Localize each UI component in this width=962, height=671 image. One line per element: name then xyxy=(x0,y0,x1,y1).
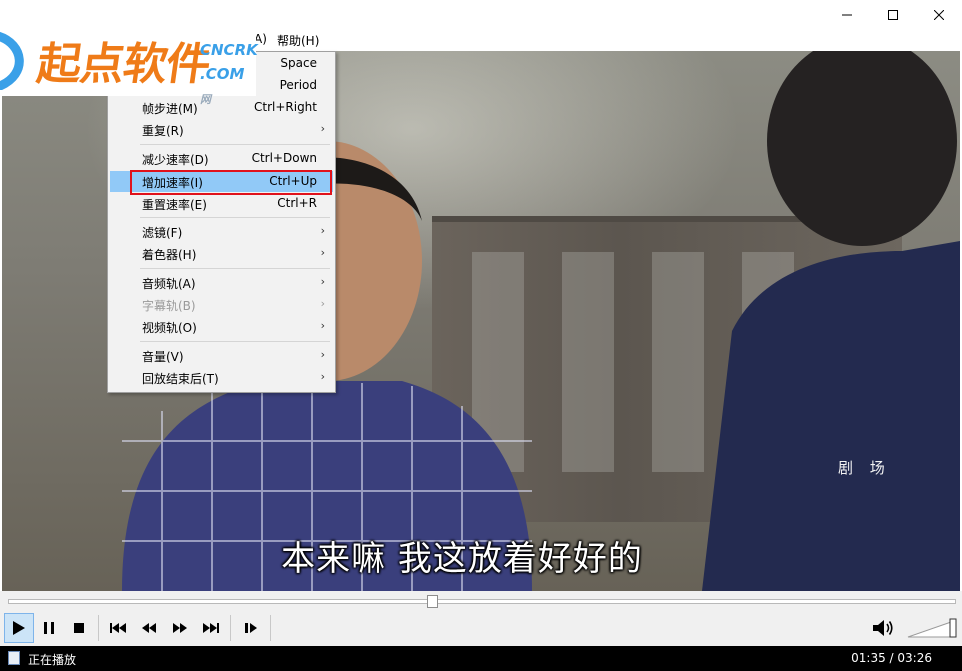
minimize-icon xyxy=(842,14,852,16)
menu-item-label: 视频轨(O) xyxy=(142,321,197,335)
submenu-arrow-icon: › xyxy=(320,122,325,135)
menubar-item-help[interactable]: 帮助(H) xyxy=(277,32,319,49)
submenu-arrow-icon: › xyxy=(320,370,325,383)
menu-item-label: 音频轨(A) xyxy=(142,277,196,291)
menu-item-shortcut: Ctrl+Right xyxy=(253,100,317,114)
controls-separator xyxy=(230,615,231,641)
close-button[interactable] xyxy=(916,0,962,30)
menu-item-after-playback[interactable]: 回放结束后(T) › xyxy=(110,367,333,388)
logo-badge: CNCRK .COM 网 xyxy=(200,38,258,112)
stop-icon xyxy=(74,623,84,633)
minimize-button[interactable] xyxy=(824,0,870,30)
next-button[interactable] xyxy=(196,613,226,643)
menu-item-label: 重置速率(E) xyxy=(142,198,207,212)
play-icon xyxy=(13,621,25,635)
controls-separator xyxy=(270,615,271,641)
submenu-arrow-icon: › xyxy=(320,224,325,237)
submenu-arrow-icon: › xyxy=(320,246,325,259)
video-person-right xyxy=(702,51,960,591)
menu-item-volume[interactable]: 音量(V) › xyxy=(110,345,333,366)
submenu-arrow-icon: › xyxy=(320,348,325,361)
mute-button[interactable] xyxy=(868,613,898,643)
menu-separator xyxy=(140,341,330,342)
logo-badge-line2: .COM 网 xyxy=(200,62,258,112)
maximize-button[interactable] xyxy=(870,0,916,30)
volume-slider[interactable] xyxy=(906,615,958,639)
close-icon xyxy=(934,10,944,20)
menu-separator xyxy=(140,268,330,269)
playback-time: 01:35 / 03:26 xyxy=(851,651,932,665)
menu-item-subtitle-track: 字幕轨(B) › xyxy=(110,294,333,315)
menu-item-label: 减少速率(D) xyxy=(142,153,209,167)
door-panel xyxy=(652,252,704,472)
menu-item-label: 音量(V) xyxy=(142,350,184,364)
menu-separator xyxy=(140,144,330,145)
play-button[interactable] xyxy=(4,613,34,643)
submenu-arrow-icon: › xyxy=(320,319,325,332)
menu-item-repeat[interactable]: 重复(R) › xyxy=(110,119,333,140)
pause-icon xyxy=(44,622,54,634)
site-logo: 起点软件 CNCRK .COM 网 xyxy=(0,0,258,106)
logo-badge-suffix: 网 xyxy=(200,93,211,106)
fast-forward-icon xyxy=(173,623,187,633)
menu-item-label: 字幕轨(B) xyxy=(142,299,196,313)
fast-forward-button[interactable] xyxy=(165,613,195,643)
previous-button[interactable] xyxy=(103,613,133,643)
playback-controls xyxy=(0,611,962,646)
logo-swoosh-icon xyxy=(0,31,24,90)
video-watermark: 剧 场 xyxy=(838,459,891,477)
menu-separator xyxy=(140,217,330,218)
seek-track[interactable] xyxy=(8,599,956,604)
submenu-arrow-icon: › xyxy=(320,275,325,288)
menu-item-label: 回放结束后(T) xyxy=(142,372,219,386)
submenu-arrow-icon: › xyxy=(320,297,325,310)
stop-button[interactable] xyxy=(64,613,94,643)
menu-item-label: 着色器(H) xyxy=(142,248,197,262)
seek-bar[interactable] xyxy=(0,591,962,611)
door-panel xyxy=(562,252,614,472)
menu-item-shortcut: Ctrl+Down xyxy=(251,151,317,165)
annotation-highlight-box xyxy=(130,170,332,195)
menu-item-filters[interactable]: 滤镜(F) › xyxy=(110,221,333,242)
document-icon xyxy=(8,651,20,665)
status-bar: 正在播放 01:35 / 03:26 xyxy=(0,646,962,671)
frame-step-button[interactable] xyxy=(236,613,266,643)
logo-badge-line1: CNCRK xyxy=(200,41,258,59)
logo-badge-domain: .COM xyxy=(200,65,245,83)
menu-item-label: 重复(R) xyxy=(142,124,184,138)
frame-step-icon xyxy=(245,623,257,633)
menu-item-shortcut: Period xyxy=(279,78,317,92)
skip-forward-icon xyxy=(203,623,219,633)
rewind-button[interactable] xyxy=(134,613,164,643)
speaker-icon xyxy=(873,620,893,636)
skip-back-icon xyxy=(110,623,126,633)
logo-name: 起点软件 xyxy=(33,39,213,90)
rewind-icon xyxy=(142,623,156,633)
menu-item-video-track[interactable]: 视频轨(O) › xyxy=(110,316,333,337)
menu-item-shaders[interactable]: 着色器(H) › xyxy=(110,243,333,264)
maximize-icon xyxy=(888,10,898,20)
menu-item-label: 滤镜(F) xyxy=(142,226,183,240)
controls-separator xyxy=(98,615,99,641)
menu-item-audio-track[interactable]: 音频轨(A) › xyxy=(110,272,333,293)
menu-item-decrease-rate[interactable]: 减少速率(D) Ctrl+Down xyxy=(110,148,333,169)
menu-item-shortcut: Ctrl+R xyxy=(277,196,317,210)
volume-thumb xyxy=(949,618,957,638)
seek-thumb[interactable] xyxy=(427,595,439,608)
menu-item-reset-rate[interactable]: 重置速率(E) Ctrl+R xyxy=(110,193,333,214)
video-subtitle: 本来嘛 我这放着好好的 xyxy=(281,539,643,579)
menu-item-label: 帧步进(M) xyxy=(142,102,198,116)
menu-item-shortcut: Space xyxy=(280,56,317,70)
status-text: 正在播放 xyxy=(28,653,77,667)
pause-button[interactable] xyxy=(34,613,64,643)
